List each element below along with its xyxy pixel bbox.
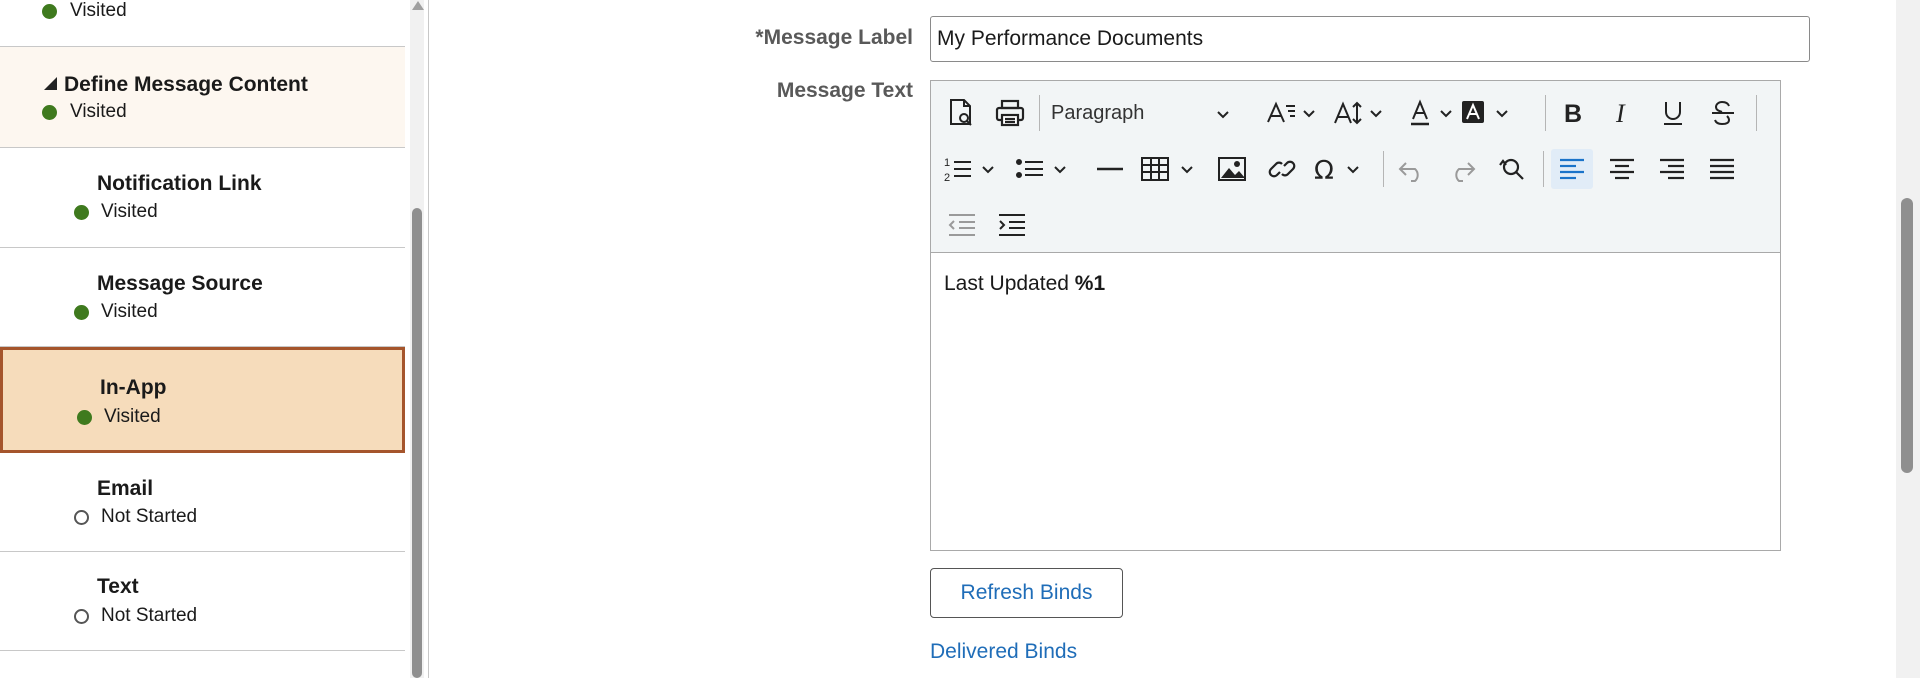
toolbar-separator	[1383, 151, 1384, 187]
align-right-icon[interactable]	[1651, 149, 1693, 189]
svg-text:2: 2	[944, 172, 950, 183]
step-panel-scrollbar[interactable]	[410, 0, 424, 678]
paragraph-format-label: Paragraph	[1051, 101, 1145, 124]
outdent-icon[interactable]	[941, 205, 983, 245]
step-title: Email	[97, 477, 154, 500]
bullet-list-icon[interactable]	[1013, 149, 1075, 189]
chevron-down-icon	[1216, 107, 1230, 125]
align-center-icon[interactable]	[1601, 149, 1643, 189]
delivered-binds-link[interactable]: Delivered Binds	[930, 640, 1077, 664]
svg-text:1: 1	[944, 157, 950, 169]
visited-status-dot-icon	[74, 305, 89, 320]
italic-icon[interactable]: I	[1603, 93, 1643, 133]
print-icon[interactable]	[989, 93, 1031, 133]
scroll-up-arrow-icon[interactable]	[412, 1, 424, 10]
image-icon[interactable]	[1211, 149, 1253, 189]
table-icon[interactable]	[1139, 149, 1201, 189]
paragraph-format-select[interactable]: Paragraph	[1049, 93, 1279, 133]
step-title: Notification Link	[97, 172, 262, 195]
visited-status-dot-icon	[74, 205, 89, 220]
step-status: Not Started	[101, 506, 198, 527]
scrollbar-thumb[interactable]	[1901, 198, 1913, 473]
special-character-icon[interactable]: Ω	[1311, 149, 1373, 189]
message-text-caption: Message Text	[776, 79, 913, 102]
svg-text:B: B	[1564, 100, 1582, 126]
find-replace-icon[interactable]	[1491, 149, 1533, 189]
step-navigation-panel: Visited Define Message Content Visited N…	[0, 0, 428, 678]
bold-icon[interactable]: B	[1553, 93, 1593, 133]
editor-toolbar: Paragraph B I 1 2 Ω	[931, 81, 1780, 253]
step-title: Message Source	[97, 272, 263, 295]
step-title: Define Message Content	[64, 73, 308, 96]
indent-icon[interactable]	[991, 205, 1033, 245]
editor-text: Last Updated	[944, 272, 1075, 295]
step-item-in-app[interactable]: In-App Visited	[0, 347, 405, 453]
justify-icon[interactable]	[1701, 149, 1743, 189]
step-item-notification-link[interactable]: Notification Link Visited	[0, 148, 405, 248]
not-started-status-circle-icon	[74, 510, 89, 525]
not-started-status-circle-icon	[74, 609, 89, 624]
step-status: Visited	[104, 406, 161, 427]
scrollbar-thumb[interactable]	[412, 208, 422, 678]
step-item-email[interactable]: Email Not Started	[0, 453, 405, 552]
toolbar-separator	[1545, 95, 1546, 131]
step-item-define-message-content[interactable]: Define Message Content Visited	[0, 47, 405, 148]
align-left-icon[interactable]	[1551, 149, 1593, 189]
visited-status-dot-icon	[42, 4, 57, 19]
rich-text-editor[interactable]: Paragraph B I 1 2 Ω Last Updated %1	[930, 80, 1781, 551]
undo-icon[interactable]	[1391, 149, 1433, 189]
background-color-icon[interactable]	[1459, 93, 1515, 133]
step-item-text[interactable]: Text Not Started	[0, 552, 405, 651]
step-item-message-source[interactable]: Message Source Visited	[0, 248, 405, 347]
svg-text:I: I	[1615, 100, 1626, 126]
numbered-list-icon[interactable]: 12	[941, 149, 1003, 189]
step-title: In-App	[100, 376, 167, 399]
redo-icon[interactable]	[1441, 149, 1483, 189]
bind-token: %1	[1074, 272, 1106, 295]
step-status: Visited	[70, 101, 127, 122]
toolbar-separator	[1756, 95, 1757, 131]
step-status: Visited	[101, 201, 158, 222]
step-status: Not Started	[101, 605, 198, 626]
visited-status-dot-icon	[42, 105, 57, 120]
svg-text:Ω: Ω	[1314, 156, 1334, 183]
panel-divider	[428, 0, 429, 678]
link-icon[interactable]	[1261, 149, 1303, 189]
editor-content-area[interactable]: Last Updated %1	[931, 253, 1780, 550]
message-label-caption: *Message Label	[755, 26, 913, 49]
text-color-icon[interactable]	[1407, 93, 1457, 133]
visited-status-dot-icon	[77, 410, 92, 425]
message-label-input[interactable]	[930, 16, 1810, 62]
strikethrough-icon[interactable]	[1703, 93, 1743, 133]
step-item-previous[interactable]: Visited	[0, 0, 405, 47]
font-size-icon[interactable]	[1331, 93, 1387, 133]
font-family-icon[interactable]	[1263, 93, 1319, 133]
preview-icon[interactable]	[941, 93, 981, 133]
toolbar-separator	[1543, 151, 1544, 187]
step-title: Text	[97, 575, 139, 598]
toolbar-separator	[1039, 95, 1040, 131]
underline-icon[interactable]	[1653, 93, 1693, 133]
horizontal-rule-icon[interactable]	[1089, 149, 1131, 189]
refresh-binds-button[interactable]: Refresh Binds	[930, 568, 1123, 618]
expanded-caret-icon[interactable]	[44, 77, 57, 95]
step-status: Visited	[101, 301, 158, 322]
step-status: Visited	[70, 0, 127, 21]
main-scrollbar[interactable]	[1896, 0, 1920, 678]
